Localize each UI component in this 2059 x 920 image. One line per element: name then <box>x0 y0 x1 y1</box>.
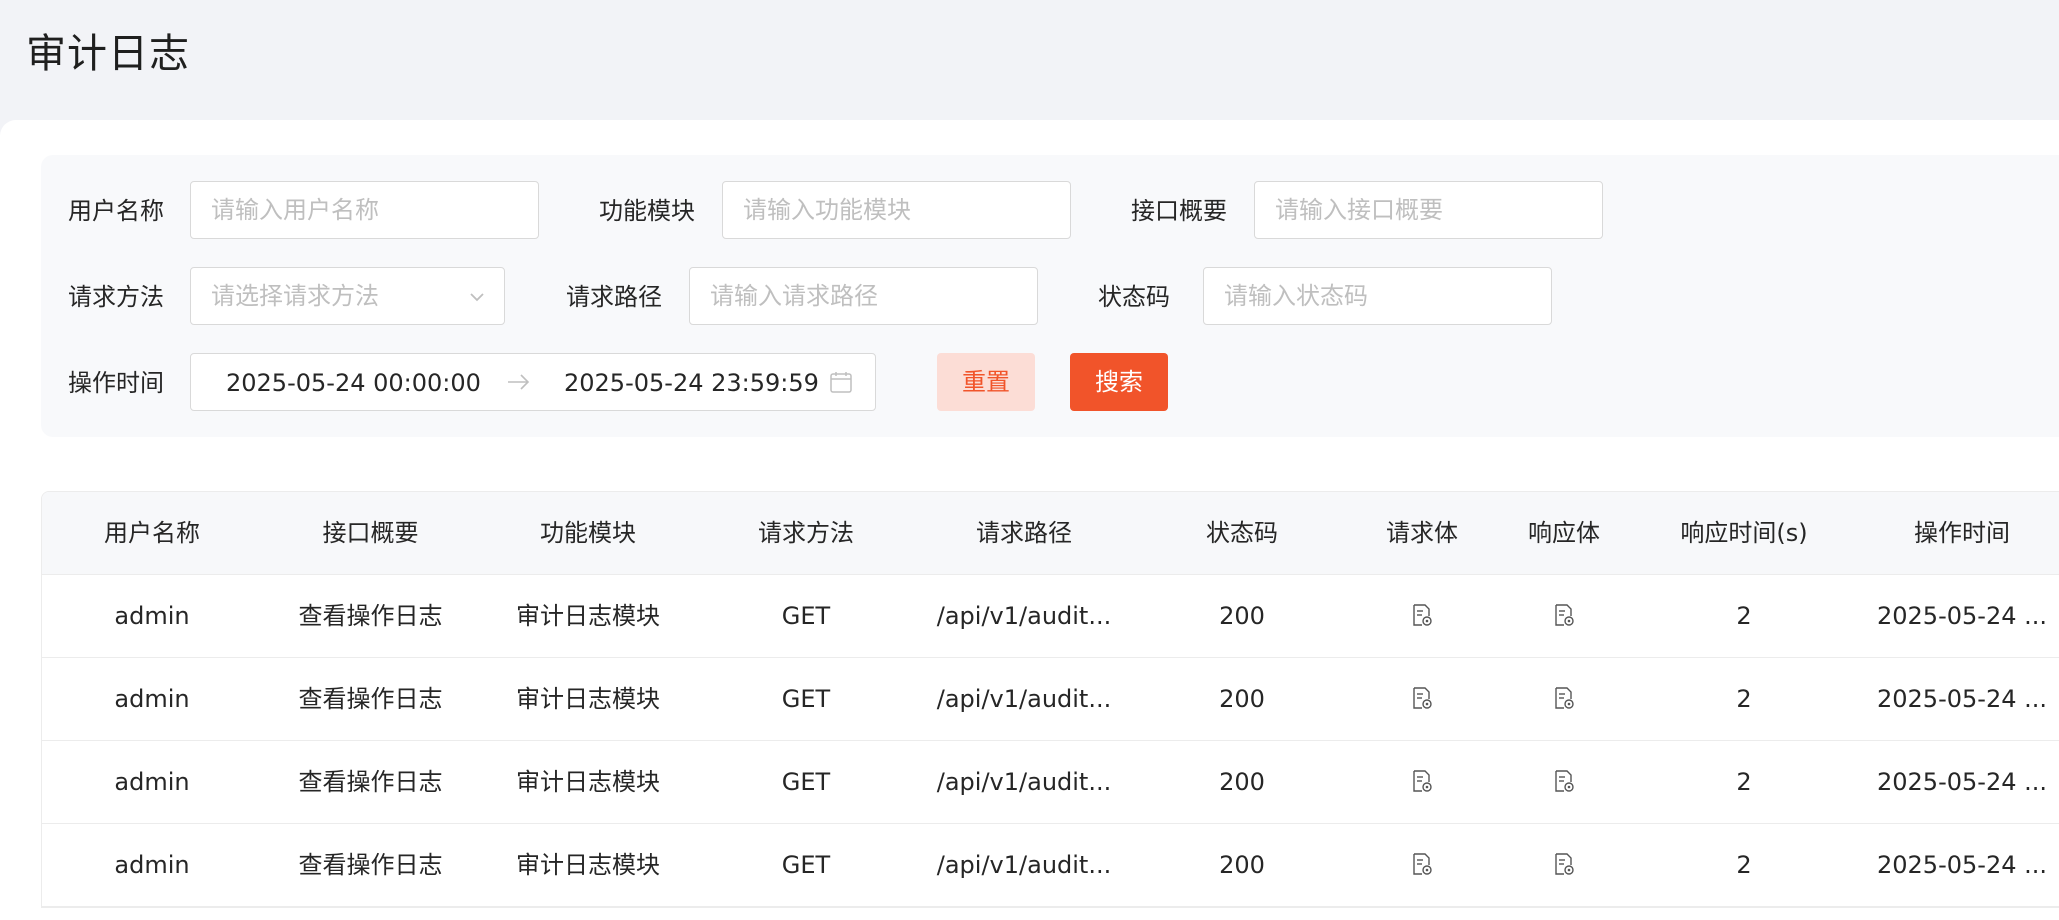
document-view-icon[interactable] <box>1410 686 1434 710</box>
cell-user: admin <box>114 851 190 879</box>
document-view-icon[interactable] <box>1410 603 1434 627</box>
cell-user: admin <box>114 685 190 713</box>
method-select-placeholder: 请选择请求方法 <box>211 282 379 310</box>
table-row: admin 查看操作日志 审计日志模块 GET /api/v1/audit...… <box>42 741 2059 824</box>
document-view-icon[interactable] <box>1410 769 1434 793</box>
arrow-right-icon <box>508 374 530 390</box>
request-body-cell <box>1351 658 1493 740</box>
cell-path: /api/v1/audit... <box>936 602 1112 630</box>
cell-summary: 查看操作日志 <box>298 768 443 796</box>
cell-time: 2025-05-24 ... <box>1877 768 2047 796</box>
cell-method: GET <box>781 851 831 879</box>
page-title: 审计日志 <box>26 31 190 77</box>
cell-user: admin <box>114 768 190 796</box>
cell-status: 200 <box>1219 768 1265 796</box>
column-header: 功能模块 <box>540 519 636 547</box>
search-button[interactable]: 搜索 <box>1070 353 1168 411</box>
time-range-picker[interactable]: 2025-05-24 00:00:00 2025-05-24 23:59:59 <box>190 353 876 411</box>
column-header: 接口概要 <box>322 519 419 547</box>
cell-response-time: 2 <box>1736 768 1752 796</box>
table-header: 用户名称 接口概要 功能模块 请求方法 请求路径 状态码 请求体 响应体 响应时… <box>42 492 2059 575</box>
table-row: admin 查看操作日志 审计日志模块 GET /api/v1/audit...… <box>42 824 2059 907</box>
module-input[interactable]: 请输入功能模块 <box>722 181 1071 239</box>
cell-method: GET <box>781 685 831 713</box>
column-header: 响应时间(s) <box>1680 519 1808 547</box>
method-label: 请求方法 <box>68 283 164 311</box>
username-label: 用户名称 <box>68 197 164 225</box>
cell-response-time: 2 <box>1736 685 1752 713</box>
table-row: admin 查看操作日志 审计日志模块 GET /api/v1/audit...… <box>42 658 2059 741</box>
time-label: 操作时间 <box>68 369 164 397</box>
cell-user: admin <box>114 602 190 630</box>
column-header: 状态码 <box>1206 519 1278 547</box>
cell-time: 2025-05-24 ... <box>1877 685 2047 713</box>
cell-module: 审计日志模块 <box>516 685 660 713</box>
cell-summary: 查看操作日志 <box>298 685 443 713</box>
chevron-down-icon <box>470 293 484 302</box>
document-view-icon[interactable] <box>1552 769 1576 793</box>
cell-module: 审计日志模块 <box>516 851 660 879</box>
cell-response-time: 2 <box>1736 851 1752 879</box>
method-select[interactable]: 请选择请求方法 <box>190 267 505 325</box>
range-end[interactable]: 2025-05-24 23:59:59 <box>564 367 819 399</box>
column-header: 请求体 <box>1386 519 1458 547</box>
response-body-cell <box>1493 575 1635 657</box>
response-body-cell <box>1493 658 1635 740</box>
cell-path: /api/v1/audit... <box>936 768 1112 796</box>
cell-response-time: 2 <box>1736 602 1752 630</box>
column-header: 请求方法 <box>758 519 854 547</box>
response-body-cell <box>1493 824 1635 906</box>
request-body-cell <box>1351 575 1493 657</box>
path-input[interactable]: 请输入请求路径 <box>689 267 1038 325</box>
username-input[interactable]: 请输入用户名称 <box>190 181 539 239</box>
cell-time: 2025-05-24 ... <box>1877 851 2047 879</box>
summary-input[interactable]: 请输入接口概要 <box>1254 181 1603 239</box>
column-header: 用户名称 <box>104 519 200 547</box>
table-row: admin 查看操作日志 审计日志模块 GET /api/v1/audit...… <box>42 575 2059 658</box>
request-body-cell <box>1351 824 1493 906</box>
module-label: 功能模块 <box>599 197 695 225</box>
cell-status: 200 <box>1219 602 1265 630</box>
document-view-icon[interactable] <box>1552 603 1576 627</box>
column-header: 操作时间 <box>1914 519 2010 547</box>
cell-summary: 查看操作日志 <box>298 602 443 630</box>
cell-module: 审计日志模块 <box>516 768 660 796</box>
cell-method: GET <box>781 602 831 630</box>
status-input[interactable]: 请输入状态码 <box>1203 267 1552 325</box>
cell-summary: 查看操作日志 <box>298 851 443 879</box>
cell-time: 2025-05-24 ... <box>1877 602 2047 630</box>
audit-log-table: 用户名称 接口概要 功能模块 请求方法 请求路径 状态码 请求体 响应体 响应时… <box>41 491 2059 908</box>
request-body-cell <box>1351 741 1493 823</box>
document-view-icon[interactable] <box>1410 852 1434 876</box>
column-header: 响应体 <box>1528 519 1600 547</box>
summary-label: 接口概要 <box>1131 197 1227 225</box>
document-view-icon[interactable] <box>1552 852 1576 876</box>
range-start[interactable]: 2025-05-24 00:00:00 <box>226 367 481 399</box>
cell-path: /api/v1/audit... <box>936 685 1112 713</box>
cell-method: GET <box>781 768 831 796</box>
calendar-icon[interactable] <box>829 370 853 394</box>
document-view-icon[interactable] <box>1552 686 1576 710</box>
path-label: 请求路径 <box>566 283 662 311</box>
status-label: 状态码 <box>1098 283 1170 311</box>
cell-status: 200 <box>1219 685 1265 713</box>
cell-path: /api/v1/audit... <box>936 851 1112 879</box>
response-body-cell <box>1493 741 1635 823</box>
column-header: 请求路径 <box>976 519 1072 547</box>
reset-button[interactable]: 重置 <box>937 353 1035 411</box>
cell-status: 200 <box>1219 851 1265 879</box>
cell-module: 审计日志模块 <box>516 602 660 630</box>
